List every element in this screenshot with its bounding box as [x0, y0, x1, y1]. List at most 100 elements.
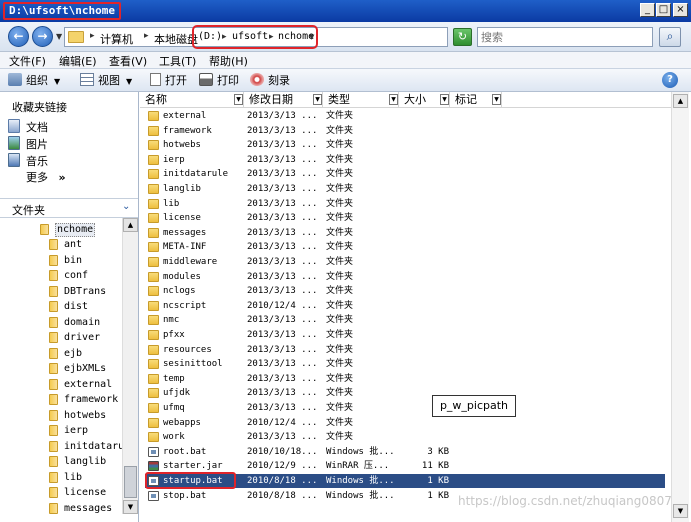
- breadcrumb-computer[interactable]: 计算机: [100, 31, 133, 47]
- file-row[interactable]: ufmq 2013/3/13 ... 文件夹: [145, 401, 665, 415]
- file-row[interactable]: hotwebs 2013/3/13 ... 文件夹: [145, 138, 665, 152]
- file-row[interactable]: modules 2013/3/13 ... 文件夹: [145, 270, 665, 284]
- file-row[interactable]: root.bat 2010/10/18... Windows 批... 3 KB: [145, 445, 665, 459]
- history-dropdown-icon[interactable]: ▼: [56, 32, 62, 41]
- tree-item[interactable]: ant: [49, 237, 121, 252]
- breadcrumb-arrow-icon[interactable]: ▸: [90, 31, 95, 41]
- file-row[interactable]: ierp 2013/3/13 ... 文件夹: [145, 153, 665, 167]
- tree-item[interactable]: external: [49, 377, 121, 392]
- tree-item[interactable]: ejbXMLs: [49, 361, 121, 376]
- tree-item-root[interactable]: nchome: [40, 222, 112, 237]
- tree-item[interactable]: bin: [49, 253, 121, 268]
- chevron-down-icon[interactable]: ⌄: [122, 201, 130, 212]
- breadcrumb-ufsoft[interactable]: ufsoft: [232, 31, 268, 42]
- scroll-up-icon[interactable]: ▲: [123, 218, 138, 232]
- breadcrumb-dropdown-icon[interactable]: ▼: [309, 33, 314, 41]
- file-row[interactable]: ufjdk 2013/3/13 ... 文件夹: [145, 386, 665, 400]
- folders-header[interactable]: 文件夹 ⌄: [0, 198, 138, 218]
- breadcrumb-drive[interactable]: (D:): [198, 31, 222, 42]
- address-field[interactable]: ▸ 计算机 ▸ 本地磁盘 (D:) ▸ ufsoft ▸ nchome ▼ ▼: [64, 25, 505, 49]
- file-type: 文件夹: [326, 271, 354, 282]
- search-input[interactable]: [477, 27, 653, 47]
- favorite-documents[interactable]: 文档: [8, 119, 48, 135]
- scrollbar-thumb[interactable]: [124, 466, 137, 498]
- column-header-tags[interactable]: 标记 ▼: [450, 92, 502, 108]
- tree-item[interactable]: conf: [49, 268, 121, 283]
- scroll-down-icon[interactable]: ▼: [123, 500, 138, 514]
- menu-help[interactable]: 帮助(H): [209, 53, 248, 69]
- file-row[interactable]: initdatarule 2013/3/13 ... 文件夹: [145, 167, 665, 181]
- tree-item[interactable]: messages: [49, 501, 121, 516]
- file-list-scrollbar[interactable]: ▲ ▼: [671, 92, 689, 522]
- breadcrumb-arrow-icon[interactable]: ▸: [269, 32, 274, 42]
- minimize-button[interactable]: _: [640, 3, 655, 17]
- organize-button[interactable]: 组织 ▼: [8, 73, 60, 89]
- tree-item[interactable]: license: [49, 485, 121, 500]
- views-button[interactable]: 视图 ▼: [80, 73, 132, 89]
- column-dropdown-icon[interactable]: ▼: [234, 94, 243, 105]
- menu-view[interactable]: 查看(V): [109, 53, 147, 69]
- column-dropdown-icon[interactable]: ▼: [313, 94, 322, 105]
- tree-item[interactable]: domain: [49, 315, 121, 330]
- file-row[interactable]: work 2013/3/13 ... 文件夹: [145, 430, 665, 444]
- folder-tree-scrollbar[interactable]: ▲ ▼: [122, 218, 138, 514]
- column-header-name[interactable]: 名称 ▼: [140, 92, 244, 108]
- tree-item[interactable]: DBTrans: [49, 284, 121, 299]
- open-button[interactable]: 打开: [150, 73, 187, 89]
- column-header-type[interactable]: 类型 ▼: [323, 92, 399, 108]
- file-row[interactable]: resources 2013/3/13 ... 文件夹: [145, 343, 665, 357]
- tree-item[interactable]: ierp: [49, 423, 121, 438]
- column-dropdown-icon[interactable]: ▼: [492, 94, 501, 105]
- tree-item[interactable]: hotwebs: [49, 408, 121, 423]
- menu-tools[interactable]: 工具(T): [159, 53, 196, 69]
- tree-item[interactable]: ejb: [49, 346, 121, 361]
- column-header-size[interactable]: 大小 ▼: [399, 92, 450, 108]
- file-row[interactable]: nclogs 2013/3/13 ... 文件夹: [145, 284, 665, 298]
- breadcrumb-arrow-icon[interactable]: ▸: [144, 31, 149, 41]
- favorites-more[interactable]: 更多 »: [26, 170, 66, 186]
- column-dropdown-icon[interactable]: ▼: [389, 94, 398, 105]
- file-row[interactable]: langlib 2013/3/13 ... 文件夹: [145, 182, 665, 196]
- print-button[interactable]: 打印: [199, 73, 239, 89]
- refresh-icon[interactable]: ↻: [453, 28, 472, 46]
- tree-item[interactable]: driver: [49, 330, 121, 345]
- file-row[interactable]: webapps 2010/12/4 ... 文件夹: [145, 416, 665, 430]
- file-row[interactable]: pfxx 2013/3/13 ... 文件夹: [145, 328, 665, 342]
- organize-icon: [8, 73, 22, 86]
- favorite-music[interactable]: 音乐: [8, 153, 48, 169]
- file-row[interactable]: license 2013/3/13 ... 文件夹: [145, 211, 665, 225]
- file-row[interactable]: framework 2013/3/13 ... 文件夹: [145, 124, 665, 138]
- favorite-pictures[interactable]: 图片: [8, 136, 48, 152]
- file-row[interactable]: messages 2013/3/13 ... 文件夹: [145, 226, 665, 240]
- scroll-down-icon[interactable]: ▼: [673, 504, 688, 518]
- title-bar[interactable]: D:\ufsoft\nchome _ □ ×: [0, 0, 691, 22]
- file-row[interactable]: middleware 2013/3/13 ... 文件夹: [145, 255, 665, 269]
- file-row[interactable]: nmc 2013/3/13 ... 文件夹: [145, 313, 665, 327]
- forward-arrow-icon[interactable]: →: [32, 26, 53, 47]
- file-row[interactable]: sesinittool 2013/3/13 ... 文件夹: [145, 357, 665, 371]
- folder-icon: [148, 330, 159, 340]
- file-row[interactable]: external 2013/3/13 ... 文件夹: [145, 109, 665, 123]
- file-row[interactable]: META-INF 2013/3/13 ... 文件夹: [145, 240, 665, 254]
- search-icon[interactable]: ⌕: [659, 27, 681, 47]
- scroll-up-icon[interactable]: ▲: [673, 94, 688, 108]
- tree-item[interactable]: langlib: [49, 454, 121, 469]
- back-arrow-icon[interactable]: ←: [8, 26, 29, 47]
- tree-item[interactable]: dist: [49, 299, 121, 314]
- menu-file[interactable]: 文件(F): [9, 53, 46, 69]
- help-icon[interactable]: ?: [662, 72, 678, 88]
- close-button[interactable]: ×: [673, 3, 688, 17]
- file-row[interactable]: lib 2013/3/13 ... 文件夹: [145, 197, 665, 211]
- column-header-date[interactable]: 修改日期 ▼: [244, 92, 323, 108]
- menu-edit[interactable]: 编辑(E): [59, 53, 97, 69]
- tree-item[interactable]: lib: [49, 470, 121, 485]
- tree-item[interactable]: initdatarule: [49, 439, 122, 454]
- file-row[interactable]: ncscript 2010/12/4 ... 文件夹: [145, 299, 665, 313]
- maximize-button[interactable]: □: [656, 3, 671, 17]
- burn-button[interactable]: 刻录: [250, 73, 290, 89]
- breadcrumb-arrow-icon[interactable]: ▸: [222, 32, 227, 42]
- file-row[interactable]: temp 2013/3/13 ... 文件夹: [145, 372, 665, 386]
- tree-item[interactable]: framework: [49, 392, 121, 407]
- column-dropdown-icon[interactable]: ▼: [440, 94, 449, 105]
- folder-icon: [148, 315, 159, 326]
